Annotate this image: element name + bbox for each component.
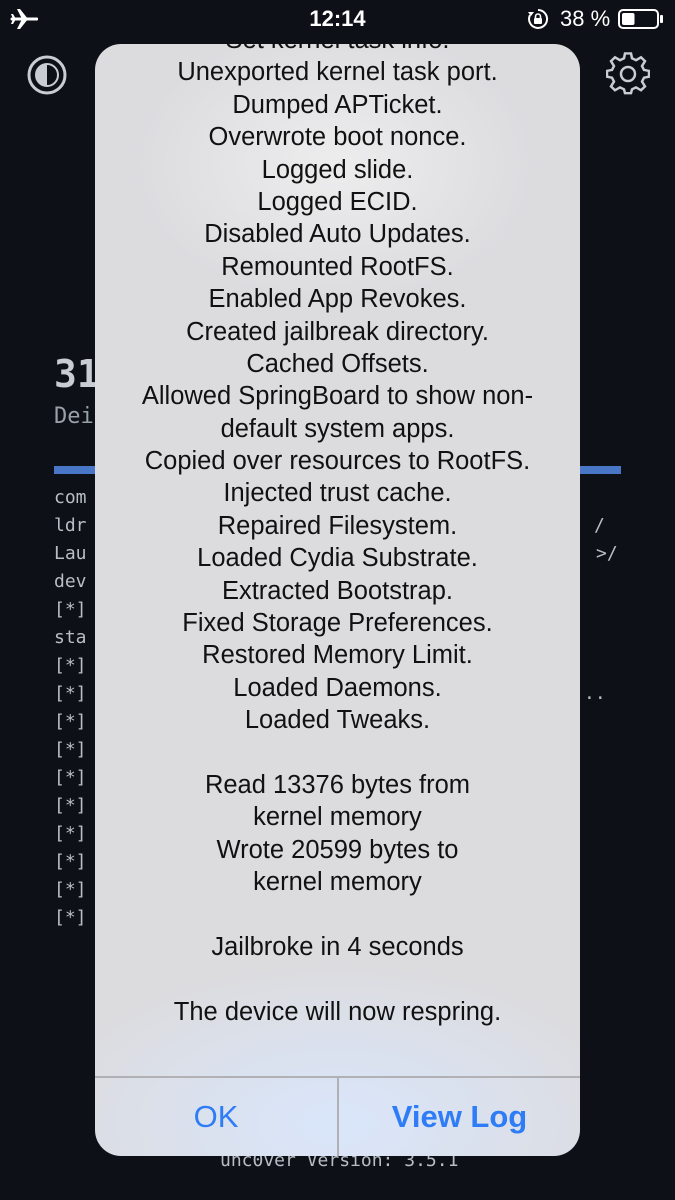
- log-line-text: ldr: [54, 515, 87, 536]
- alert-message-line: Enabled App Revokes.: [208, 285, 467, 314]
- log-line-text: [*]: [54, 739, 87, 760]
- rotation-lock-icon: [528, 8, 549, 29]
- alert-message-line: Loaded Daemons.: [233, 673, 442, 702]
- alert-message-line: Jailbroke in 4 seconds: [211, 932, 464, 961]
- alert-message-line: Loaded Cydia Substrate.: [197, 544, 478, 573]
- alert-message-line: Unexported kernel task port.: [177, 58, 498, 87]
- jailbreak-alert: Set kernel task info. Unexported kernel t…: [95, 44, 580, 1156]
- log-line-tail: /: [594, 515, 605, 536]
- background-title: 31: [54, 352, 100, 396]
- alert-message-spacer: [95, 737, 580, 769]
- log-line-text: sta: [54, 627, 87, 648]
- log-line-text: [*]: [54, 907, 87, 928]
- alert-message-spacer: [95, 963, 580, 995]
- alert-message-spacer: [95, 899, 580, 931]
- status-bar: 12:14 38 %: [0, 0, 675, 40]
- alert-message-line: Read 13376 bytes from: [204, 770, 471, 799]
- log-line-text: [*]: [54, 823, 87, 844]
- log-line-text: dev: [54, 571, 87, 592]
- alert-message-line: Copied over resources to RootFS.: [144, 447, 531, 476]
- log-line-text: [*]: [54, 795, 87, 816]
- gear-icon[interactable]: [606, 52, 650, 96]
- log-line-text: [*]: [54, 767, 87, 788]
- alert-message-line: Dumped APTicket.: [232, 90, 443, 119]
- alert-message-line: kernel memory: [253, 868, 422, 897]
- alert-message-line: kernel memory: [253, 803, 422, 832]
- view-log-button[interactable]: View Log: [339, 1078, 580, 1156]
- log-line-text: [*]: [54, 711, 87, 732]
- alert-message-line: Created jailbreak directory.: [186, 317, 489, 346]
- alert-message-line: Injected trust cache.: [223, 479, 452, 508]
- alert-message-line: Loaded Tweaks.: [244, 706, 431, 735]
- alert-message-line: The device will now respring.: [173, 997, 502, 1026]
- alert-message-line: Allowed SpringBoard to show non-: [141, 382, 534, 411]
- alert-message-line: Extracted Bootstrap.: [221, 576, 454, 605]
- alert-message-line: Set kernel task info.: [95, 44, 580, 56]
- alert-message-line: Cached Offsets.: [246, 349, 429, 378]
- alert-message-line: Logged ECID.: [257, 187, 418, 216]
- background-subtitle: Dei: [54, 404, 94, 429]
- log-line-text: [*]: [54, 599, 87, 620]
- alert-message-line: Remounted RootFS.: [221, 252, 454, 281]
- ok-button[interactable]: OK: [95, 1078, 337, 1156]
- log-line-tail: ..: [584, 683, 606, 704]
- alert-message-line: default system apps.: [220, 414, 455, 443]
- alert-message-line: Overwrote boot nonce.: [208, 123, 467, 152]
- alert-message-line: Repaired Filesystem.: [217, 511, 458, 540]
- log-line-text: [*]: [54, 879, 87, 900]
- log-line-tail: >/: [596, 543, 618, 564]
- log-line-text: com: [54, 487, 87, 508]
- alert-message-line: Fixed Storage Preferences.: [182, 609, 493, 638]
- log-line-text: Lau: [54, 543, 87, 564]
- battery-icon: [618, 9, 663, 29]
- alert-message-line: Restored Memory Limit.: [202, 641, 473, 670]
- log-line-text: [*]: [54, 851, 87, 872]
- log-line-text: [*]: [54, 655, 87, 676]
- alert-message-line: Disabled Auto Updates.: [204, 220, 471, 249]
- alert-message: Set kernel task info. Unexported kernel t…: [95, 44, 580, 1076]
- theme-toggle-icon[interactable]: [26, 54, 68, 96]
- alert-message-line: Wrote 20599 bytes to: [216, 835, 459, 864]
- battery-percent: 38 %: [560, 6, 611, 31]
- alert-message-line: Logged slide.: [261, 155, 414, 184]
- log-line-text: [*]: [54, 683, 87, 704]
